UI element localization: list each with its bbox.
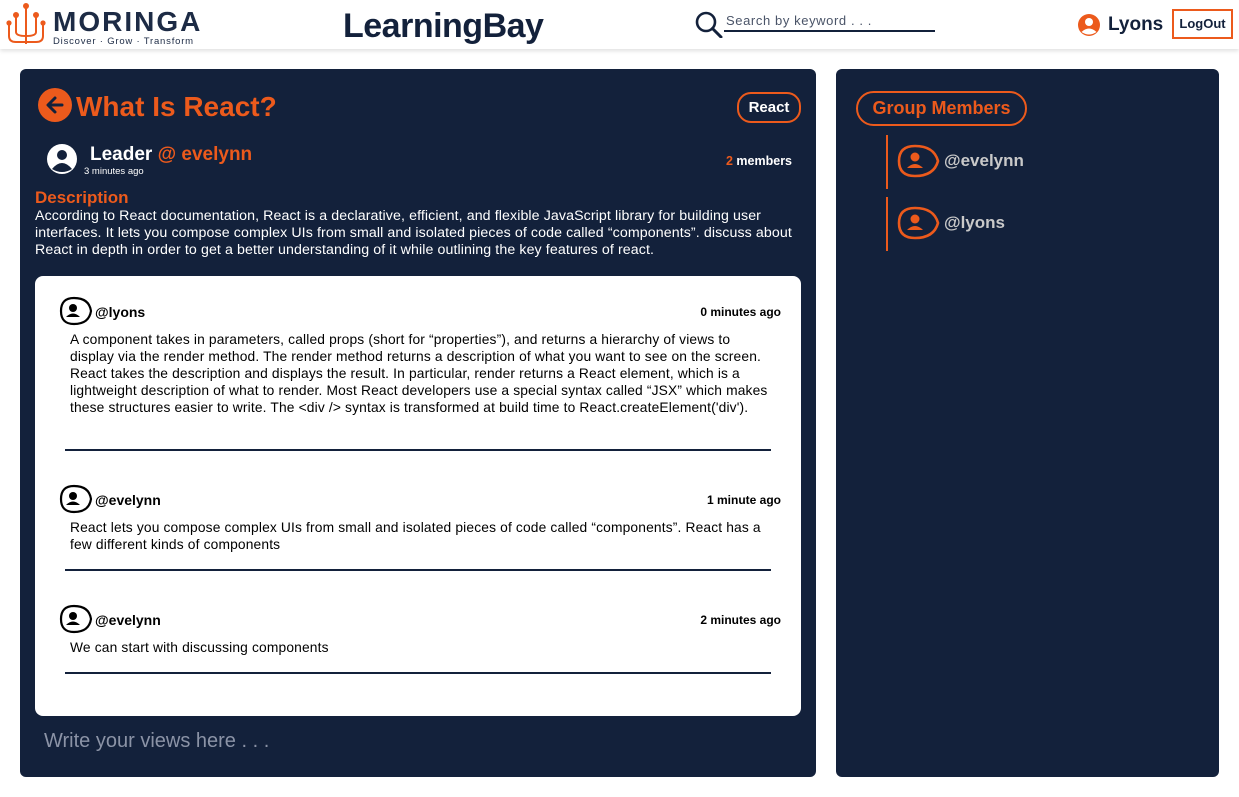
comment-time: 0 minutes ago bbox=[700, 305, 781, 319]
members-count: 2 members bbox=[726, 153, 792, 169]
leader-handle[interactable]: @ evelynn bbox=[158, 144, 253, 165]
commenter-avatar-icon bbox=[59, 604, 93, 634]
logout-button[interactable]: LogOut bbox=[1172, 9, 1233, 39]
members-number: 2 bbox=[726, 154, 733, 168]
leader-avatar-icon bbox=[47, 144, 77, 174]
back-button[interactable] bbox=[38, 88, 72, 122]
search-icon[interactable] bbox=[695, 10, 723, 38]
commenter-avatar-icon bbox=[59, 484, 93, 514]
group-members-panel: Group Members @evelynn @lyons bbox=[836, 69, 1219, 777]
comment-text: We can start with discussing components bbox=[70, 640, 329, 655]
member-avatar-icon bbox=[897, 144, 940, 178]
members-label: members bbox=[732, 154, 793, 168]
member-handle: @lyons bbox=[944, 213, 1005, 232]
top-navbar: MORINGA Discover · Grow · Transform Lear… bbox=[0, 0, 1239, 49]
description-heading: Description bbox=[35, 188, 129, 207]
current-username[interactable]: Lyons bbox=[1108, 13, 1163, 37]
commenter-avatar-icon bbox=[59, 296, 93, 326]
logo-circuit-icon bbox=[6, 3, 46, 44]
discussion-panel: What Is React? React Leader @ evelynn 3 … bbox=[20, 69, 816, 777]
member-avatar-icon bbox=[897, 206, 940, 240]
comment-username[interactable]: @evelynn bbox=[95, 491, 161, 509]
search-input[interactable] bbox=[724, 11, 935, 32]
comment-time: 2 minutes ago bbox=[700, 613, 781, 627]
topic-tag[interactable]: React bbox=[737, 92, 801, 123]
comment-username[interactable]: @lyons bbox=[95, 303, 145, 321]
comment-divider bbox=[65, 569, 771, 571]
leader-line: Leader @ evelynn bbox=[90, 143, 252, 167]
member-item-evelynn[interactable]: @evelynn bbox=[886, 135, 1106, 189]
user-icon[interactable] bbox=[1077, 13, 1101, 37]
comment-divider bbox=[65, 672, 771, 674]
comment-text: A component takes in parameters, called … bbox=[70, 332, 768, 415]
comments-list: @lyons 0 minutes ago A component takes i… bbox=[35, 276, 801, 716]
comment-time: 1 minute ago bbox=[706, 493, 781, 507]
brand-title[interactable]: LearningBay bbox=[343, 6, 544, 46]
comment-username[interactable]: @evelynn bbox=[95, 611, 161, 629]
arrow-left-icon bbox=[46, 96, 64, 114]
comment-text: React lets you compose complex UIs from … bbox=[70, 520, 761, 552]
topic-title: What Is React? bbox=[76, 91, 277, 122]
moringa-logo[interactable]: MORINGA Discover · Grow · Transform bbox=[6, 2, 206, 47]
member-item-lyons[interactable]: @lyons bbox=[886, 197, 1106, 251]
logo-tagline: Discover · Grow · Transform bbox=[53, 36, 194, 47]
group-members-heading: Group Members bbox=[856, 91, 1027, 126]
member-handle: @evelynn bbox=[944, 151, 1024, 170]
logo-wordmark: MORINGA bbox=[53, 6, 203, 37]
posted-time: 3 minutes ago bbox=[84, 166, 144, 177]
description-text: According to React documentation, React … bbox=[35, 208, 792, 258]
comment-divider bbox=[65, 449, 771, 451]
leader-label: Leader bbox=[90, 144, 158, 165]
write-views-input[interactable] bbox=[35, 721, 801, 761]
